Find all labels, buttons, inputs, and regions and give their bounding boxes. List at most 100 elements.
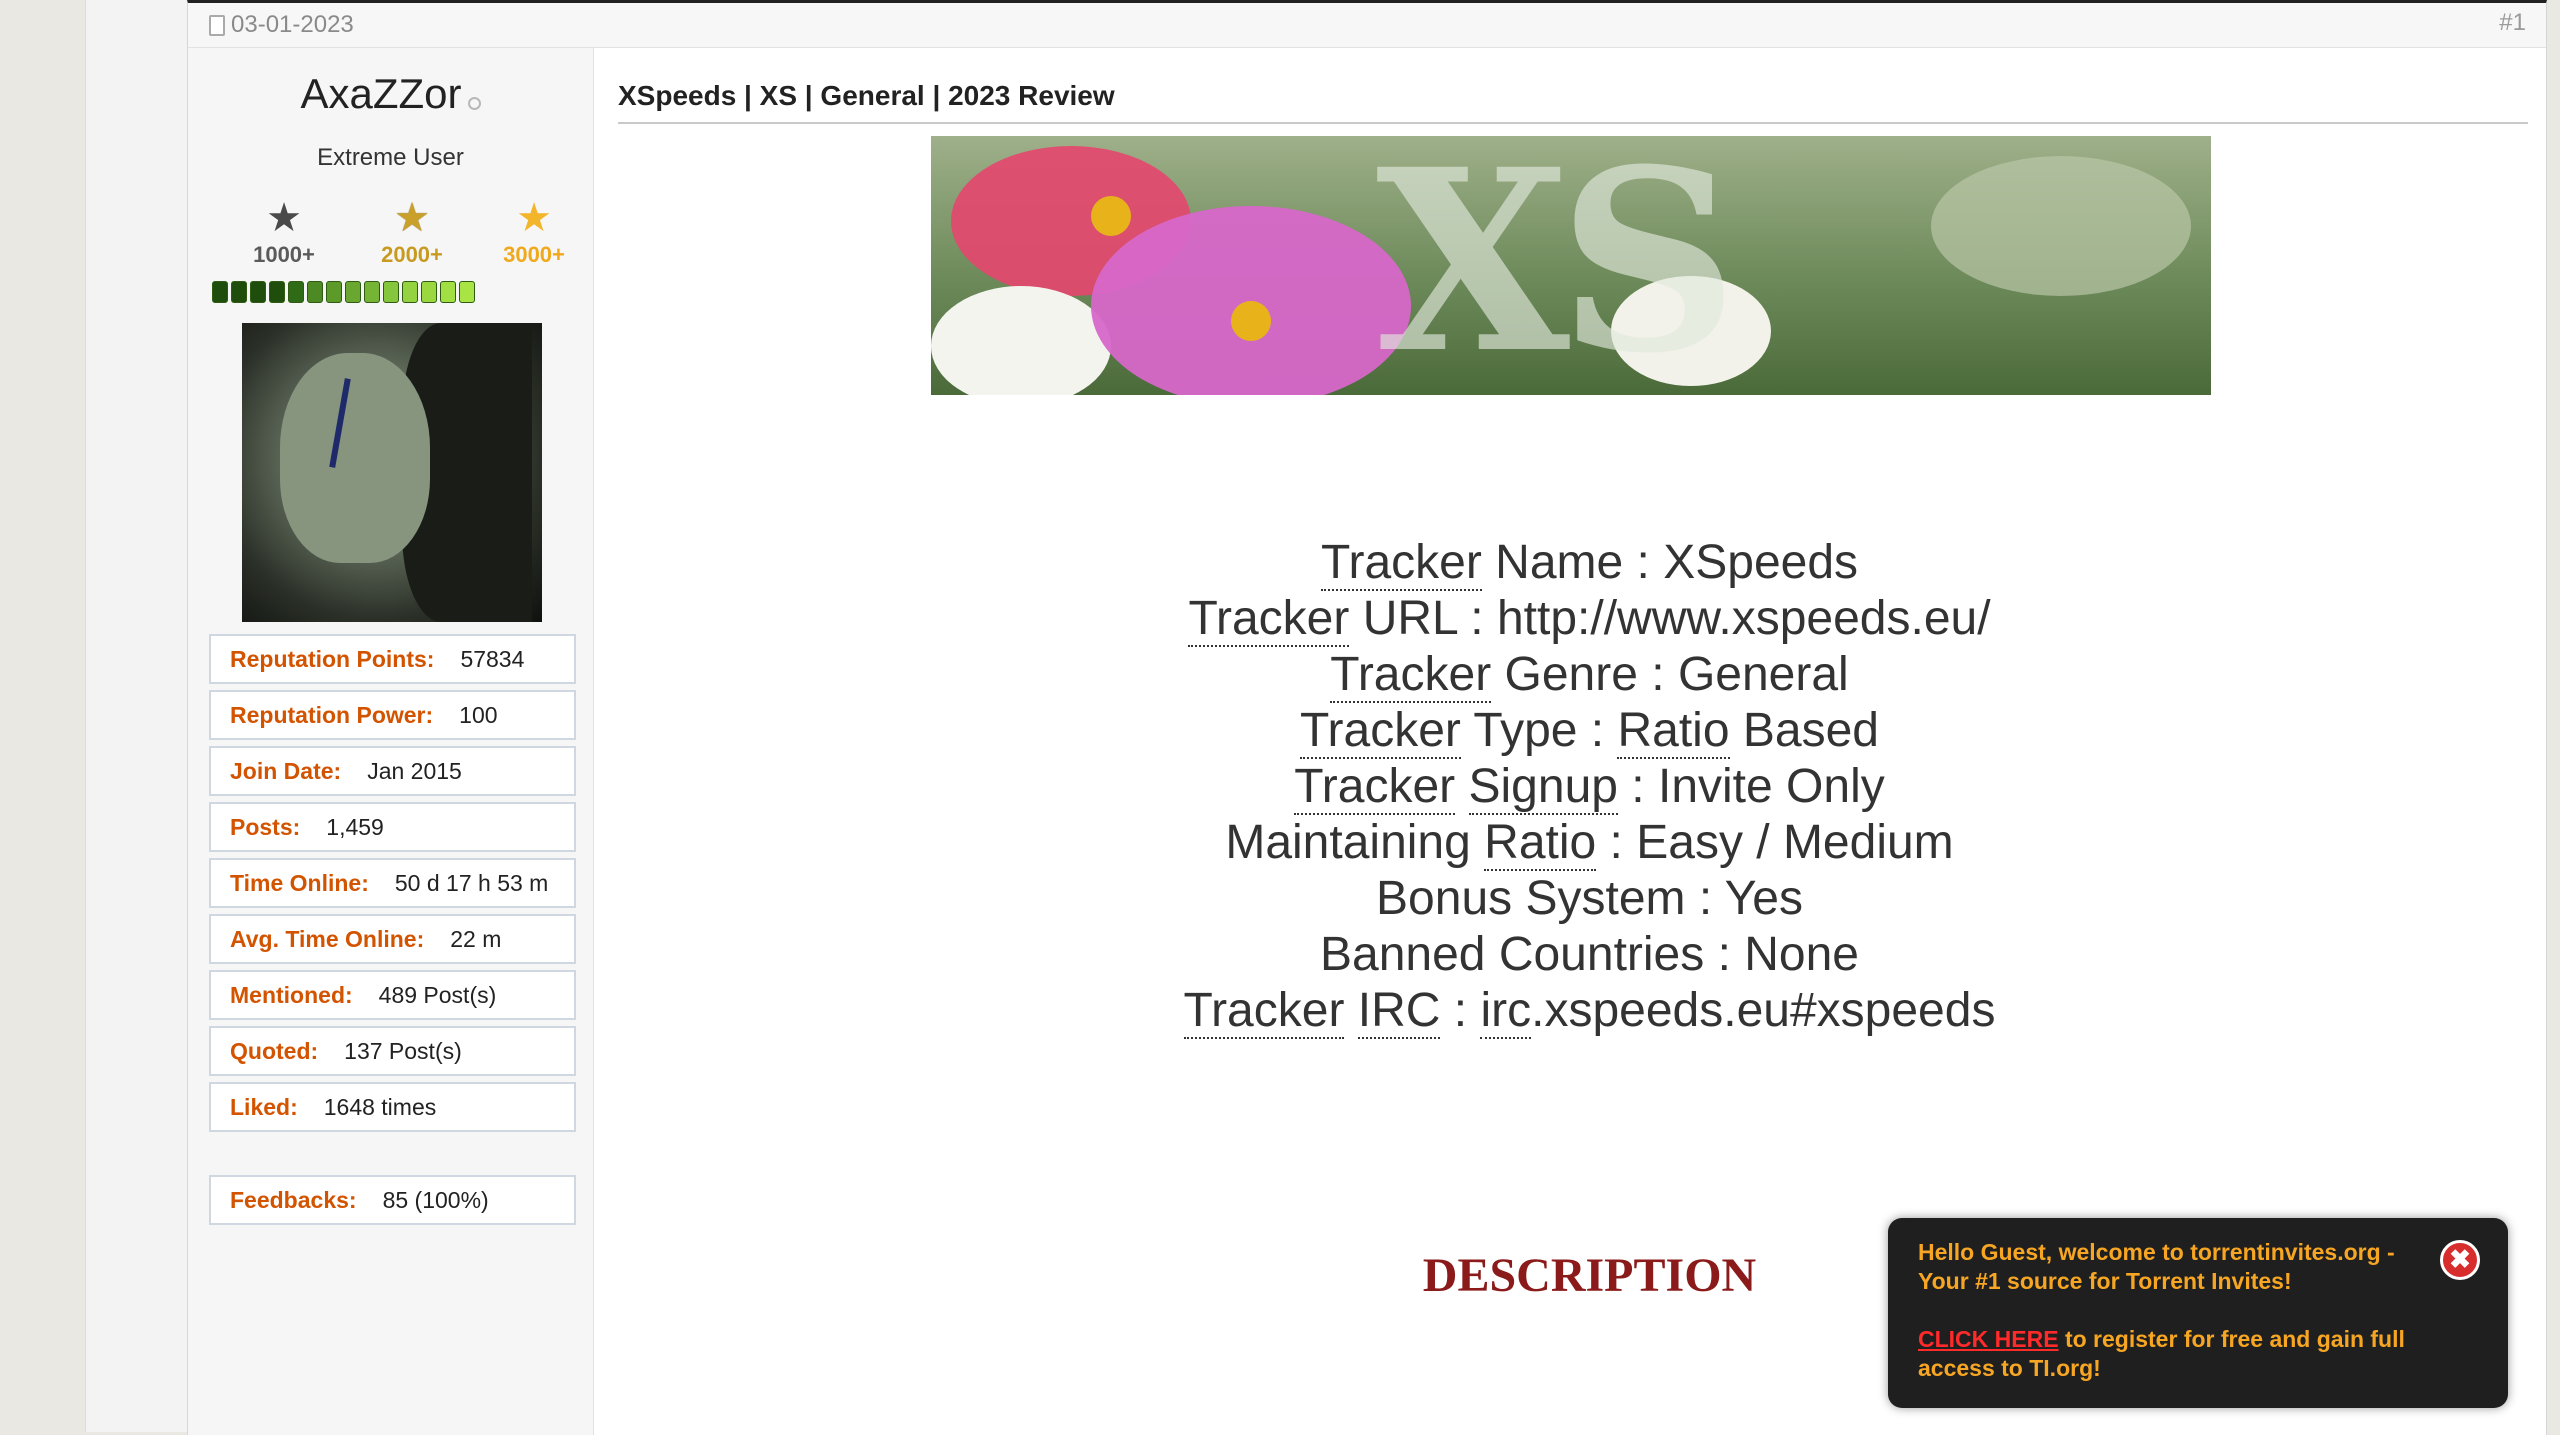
reputation-pip (231, 281, 247, 303)
avatar-mask-shape (280, 353, 430, 563)
stat-join-date: Join Date: Jan 2015 (209, 746, 576, 796)
rank-3000: ★ 3000+ (484, 196, 584, 268)
stat-label: Feedbacks: (230, 1186, 357, 1213)
reputation-pip (326, 281, 342, 303)
keyword-link[interactable]: Ratio (1484, 816, 1597, 871)
popup-welcome-text: Hello Guest, welcome to torrentinvites.o… (1918, 1239, 2395, 1294)
keyword-link[interactable]: Signup (1468, 760, 1618, 815)
stat-value[interactable]: 137 Post(s) (344, 1038, 462, 1065)
stat-posts: Posts: 1,459 (209, 802, 576, 852)
star-icon: ★ (516, 196, 552, 240)
stat-liked: Liked: 1648 times (209, 1082, 576, 1132)
keyword-link[interactable]: Tracker (1330, 648, 1492, 703)
rank-label: 1000+ (253, 242, 315, 267)
rank-label: 2000+ (381, 242, 443, 267)
keyword-link[interactable]: Tracker (1294, 760, 1456, 815)
post-title-wrap: XSpeeds | XS | General | 2023 Review (618, 80, 2528, 124)
reputation-pip (440, 281, 456, 303)
banner-flower-center (1231, 301, 1271, 341)
stat-label: Join Date: (230, 757, 342, 784)
rank-2000: ★ 2000+ (362, 196, 462, 268)
keyword-link[interactable]: Tracker (1188, 592, 1350, 647)
tracker-genre-line: Tracker Genre : General (608, 647, 2560, 703)
stat-avg-time-online: Avg. Time Online: 22 m (209, 914, 576, 964)
stat-label: Reputation Power: (230, 701, 434, 728)
tracker-url-line: Tracker URL : http://www.xspeeds.eu/ (608, 591, 2560, 647)
reputation-pip (250, 281, 266, 303)
post-date: 03-01-2023 (231, 11, 354, 38)
reputation-pip (364, 281, 380, 303)
stat-label: Reputation Points: (230, 645, 435, 672)
reputation-pip (402, 281, 418, 303)
line-text: : Invite Only (1617, 760, 1885, 813)
username-wrap: AxaZZor (188, 70, 593, 118)
rank-1000: ★ 1000+ (234, 196, 334, 268)
user-avatar[interactable] (242, 323, 542, 622)
banner-flower-white (931, 286, 1111, 395)
stat-value: 100 (459, 701, 498, 728)
banner-logo-text: XS (1376, 136, 1738, 395)
stat-quoted: Quoted: 137 Post(s) (209, 1026, 576, 1076)
reputation-bar (212, 281, 475, 303)
rank-label: 3000+ (503, 242, 565, 267)
reputation-pip (459, 281, 475, 303)
stat-label: Time Online: (230, 869, 369, 896)
guest-welcome-popup: Hello Guest, welcome to torrentinvites.o… (1888, 1218, 2508, 1408)
star-icon: ★ (394, 196, 430, 240)
user-info-panel: AxaZZor Extreme User ★ 1000+ ★ 2000+ ★ 3… (188, 48, 594, 1435)
user-title: Extreme User (317, 144, 464, 171)
keyword-link[interactable]: Ratio (1617, 704, 1730, 759)
post-number-link[interactable]: #1 (2499, 9, 2526, 37)
stat-label: Mentioned: (230, 981, 353, 1008)
keyword-link[interactable]: Tracker (1300, 704, 1461, 759)
line-text: Genre : General (1491, 648, 1849, 701)
star-icon: ★ (266, 196, 302, 240)
reputation-pip (383, 281, 399, 303)
user-stats: Reputation Points: 57834 Reputation Power… (209, 634, 576, 1231)
stat-value: Jan 2015 (367, 757, 462, 784)
register-link[interactable]: CLICK HERE (1918, 1326, 2059, 1352)
stat-label: Quoted: (230, 1037, 319, 1064)
banner-bloom-shape (1931, 156, 2191, 296)
line-text: URL : (1349, 592, 1497, 645)
keyword-link[interactable]: IRC (1357, 984, 1441, 1039)
reputation-pip (307, 281, 323, 303)
stat-value: 57834 (460, 645, 525, 672)
stat-value: 50 d 17 h 53 m (394, 869, 549, 896)
keyword-link[interactable]: Tracker (1320, 536, 1482, 591)
banned-countries-line: Banned Countries : None (1319, 928, 1859, 981)
bonus-system-line: Bonus System : Yes (1376, 872, 1803, 925)
reputation-pip (421, 281, 437, 303)
line-text: Based (1729, 704, 1879, 757)
stat-label: Avg. Time Online: (230, 925, 425, 952)
rank-stars: ★ 1000+ ★ 2000+ ★ 3000+ (234, 196, 565, 268)
stat-label: Posts: (230, 813, 301, 840)
line-text: .xspeeds.eu#xspeeds (1531, 984, 1996, 1037)
stat-value[interactable]: 489 Post(s) (379, 982, 497, 1009)
tracker-type-line: Tracker Type : Ratio Based (608, 703, 2560, 759)
popup-text: Hello Guest, welcome to torrentinvites.o… (1918, 1238, 2418, 1383)
line-text: : Easy / Medium (1596, 816, 1954, 869)
reputation-pip (288, 281, 304, 303)
post-header: 03-01-2023 #1 (188, 3, 2546, 48)
close-icon[interactable]: ✖ (2440, 1240, 2480, 1280)
maintaining-ratio-line: Maintaining Ratio : Easy / Medium (608, 815, 2560, 871)
keyword-link[interactable]: irc (1480, 984, 1532, 1039)
username-link[interactable]: AxaZZor (300, 70, 461, 117)
reputation-pip (269, 281, 285, 303)
tracker-url-link[interactable]: http://www.xspeeds.eu/ (1497, 592, 1991, 645)
stat-value[interactable]: 85 (100%) (383, 1187, 489, 1214)
stat-label: Liked: (230, 1093, 298, 1120)
post-date-wrap: 03-01-2023 (209, 11, 354, 39)
line-text: Maintaining (1225, 816, 1485, 869)
stat-value: 1648 times (323, 1093, 437, 1120)
offline-status-icon (467, 97, 481, 111)
keyword-link[interactable]: Tracker (1183, 984, 1345, 1039)
line-text (1344, 984, 1357, 1037)
tracker-signup-line: Tracker Signup : Invite Only (608, 759, 2560, 815)
stat-reputation-power: Reputation Power: 100 (209, 690, 576, 740)
post-title: XSpeeds | XS | General | 2023 Review (618, 80, 1115, 111)
line-text: Type : (1460, 704, 1618, 757)
line-text: : (1440, 984, 1481, 1037)
xspeeds-banner-image: XS (931, 136, 2211, 395)
